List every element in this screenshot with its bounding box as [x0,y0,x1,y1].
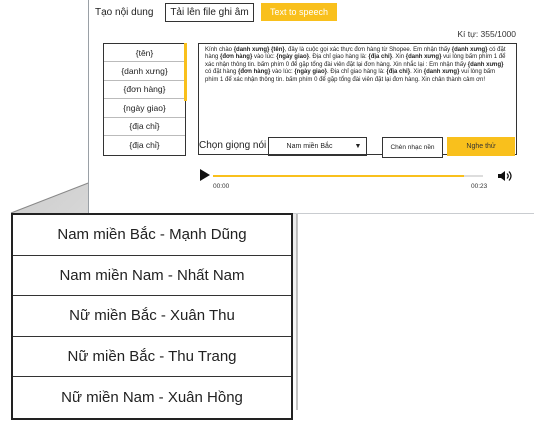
message-variable: {đơn hàng} [220,54,253,61]
upload-recording-button[interactable]: Tải lên file ghi âm [165,3,254,22]
variable-item[interactable]: {địa chỉ} [104,118,185,136]
voice-option[interactable]: Nam miền Nam - Nhất Nam [13,256,291,296]
message-text: . Xin [410,69,424,76]
voice-option[interactable]: Nữ miền Bắc - Thu Trang [13,337,291,377]
message-text: . Xin [392,54,406,61]
voice-options-menu: Nam miền Bắc - Mạnh Dũng Nam miền Nam - … [11,213,293,420]
message-text: vào lúc: [252,54,277,61]
message-variable: {tên} [271,47,285,53]
audio-progress-track[interactable] [213,175,483,177]
variable-item[interactable]: {đơn hàng} [104,81,185,100]
char-count: Kí tự: 355/1000 [457,29,516,39]
content-label: Tạo nội dung [95,7,154,18]
current-time: 00:00 [213,183,230,190]
message-text: . Địa chỉ giao hàng là: [327,69,387,76]
chevron-down-icon: ▼ [354,143,362,150]
variable-item[interactable]: {danh xưng} [104,62,185,81]
message-variable: {danh xưng} [451,47,488,53]
listen-button[interactable]: Nghe thử [447,137,515,156]
message-text: Kính chào [205,47,234,53]
message-variable: {đơn hàng} [238,69,271,76]
play-icon[interactable] [199,168,211,182]
variable-list: {tên} {danh xưng} {đơn hàng} {ngày giao}… [103,43,186,156]
audio-progress-fill [213,175,465,177]
message-variable: {danh xưng} [233,47,270,53]
message-variable: {ngày giao} [276,54,309,61]
text-to-speech-button[interactable]: Text to speech [261,3,337,21]
insert-music-button[interactable]: Chèn nhạc nền [382,137,443,158]
message-text: có đặt hàng [205,69,239,76]
message-text: , đây là cuộc gọi xác thực đơn hàng từ S… [284,47,452,53]
message-variable: {danh xưng} [423,69,460,76]
voice-select[interactable]: Nam miền Bắc ▼ [268,137,367,156]
variable-item[interactable]: {địa chỉ} [104,136,185,154]
voice-select-value: Nam miền Bắc [286,143,333,150]
voice-option[interactable]: Nữ miền Bắc - Xuân Thu [13,296,291,337]
duration-time: 00:23 [471,183,488,190]
message-text: vào lúc: [270,69,295,76]
message-variable: {danh xưng} [467,61,504,68]
message-variable: {địa chỉ} [368,54,393,61]
voice-label: Chọn giọng nói [199,140,267,151]
message-text: . Địa chỉ giao hàng là: [308,54,369,61]
volume-icon[interactable] [497,170,513,182]
variable-item[interactable]: {tên} [104,44,185,63]
variable-list-scrollbar[interactable] [184,43,187,101]
variable-item[interactable]: {ngày giao} [104,99,185,118]
message-variable: {ngày giao} [294,69,327,76]
voice-option[interactable]: Nữ miền Nam - Xuân Hồng [13,377,291,418]
message-variable: {địa chỉ} [386,69,411,76]
voice-option[interactable]: Nam miền Bắc - Mạnh Dũng [13,215,291,256]
message-variable: {danh xưng} [405,54,442,61]
